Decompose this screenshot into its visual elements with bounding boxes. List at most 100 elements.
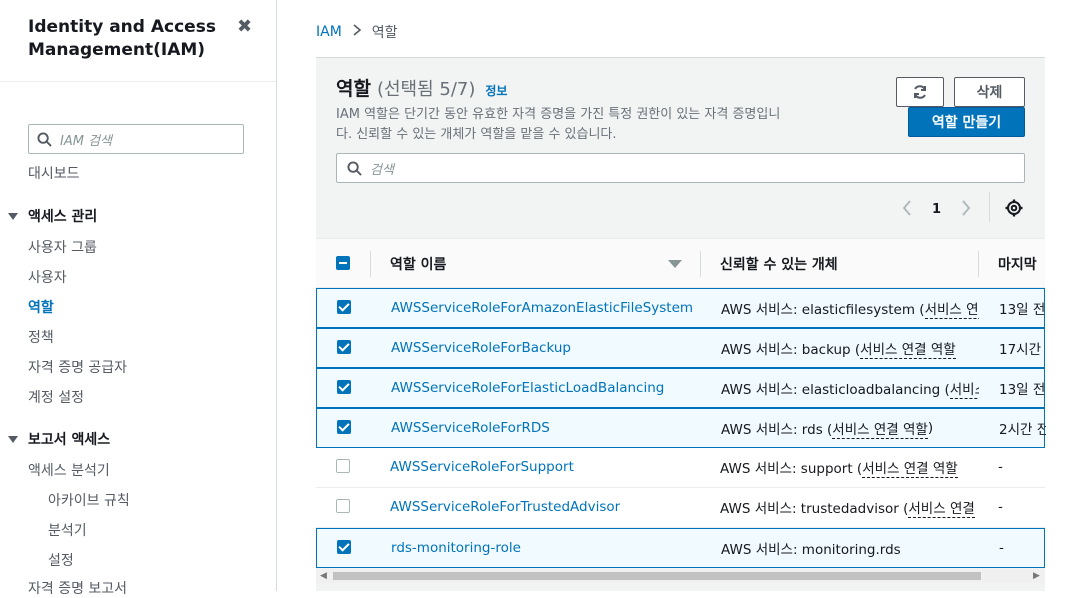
refresh-icon <box>914 85 926 99</box>
row-checkbox[interactable] <box>336 459 350 473</box>
sidebar-title: Identity and Access Management(IAM) <box>28 17 216 60</box>
service-linked-role-tooltip[interactable]: 서비스 연결 역할 <box>860 338 956 359</box>
role-name-link[interactable]: AWSServiceRoleForRDS <box>391 409 550 447</box>
chevron-right-icon <box>352 24 362 40</box>
sidebar-section-access[interactable]: 액세스 관리 <box>8 206 97 226</box>
pagination: 1 <box>902 198 971 220</box>
sidebar-section-reports[interactable]: 보고서 액세스 <box>8 429 110 449</box>
role-name-link[interactable]: AWSServiceRoleForBackup <box>391 329 571 367</box>
table-row[interactable]: AWSServiceRoleForAmazonElasticFileSystem… <box>316 288 1045 328</box>
last-activity-cell: - <box>998 459 1003 475</box>
last-activity-cell: 13일 전 <box>999 382 1046 398</box>
column-header-trusted-entity[interactable]: 신뢰할 수 있는 개체 <box>720 239 838 289</box>
page-title: 역할 (선택됨 5/7) 정보 <box>336 74 796 101</box>
table-row[interactable]: rds-monitoring-role AWS 서비스: monitoring.r… <box>316 528 1045 568</box>
row-checkbox[interactable] <box>337 340 351 354</box>
info-link[interactable]: 정보 <box>485 82 507 99</box>
scroll-left-icon[interactable]: ◀ <box>320 569 327 583</box>
select-all-checkbox[interactable] <box>336 256 350 270</box>
trusted-entity-cell: AWS 서비스: monitoring.rds <box>721 529 979 567</box>
roles-panel: 역할 (선택됨 5/7) 정보 IAM 역할은 단기간 동안 유효한 자격 증명… <box>316 58 1046 591</box>
sidebar-item-roles[interactable]: 역할 <box>28 297 54 317</box>
sidebar-divider <box>0 81 276 82</box>
page-number[interactable]: 1 <box>932 202 941 217</box>
column-divider <box>370 251 371 277</box>
row-checkbox[interactable] <box>337 300 351 314</box>
row-checkbox[interactable] <box>337 540 351 554</box>
scrollbar-thumb[interactable] <box>333 572 981 580</box>
row-checkbox[interactable] <box>337 420 351 434</box>
sidebar-item-policies[interactable]: 정책 <box>28 327 54 347</box>
search-icon <box>347 160 362 176</box>
scroll-right-icon[interactable]: ▶ <box>1033 569 1040 583</box>
trusted-entity-cell: AWS 서비스: elasticfilesystem (서비스 연결 <box>721 289 979 327</box>
sidebar-item-credential-report[interactable]: 자격 증명 보고서 <box>28 578 127 598</box>
trusted-entity-text: AWS 서비스: monitoring.rds <box>721 542 901 558</box>
panel-description: IAM 역할은 단기간 동안 유효한 자격 증명을 가진 특정 권한이 있는 자… <box>336 107 781 142</box>
sidebar: Identity and Access Management(IAM) ✖ IA… <box>0 0 277 597</box>
sidebar-item-archive-rules[interactable]: 아카이브 규칙 <box>48 490 130 510</box>
trusted-entity-text: AWS 서비스: elasticfilesystem ( <box>721 302 925 318</box>
role-name-link[interactable]: AWSServiceRoleForSupport <box>390 448 574 486</box>
table-row[interactable]: AWSServiceRoleForSupport AWS 서비스: support… <box>316 448 1045 488</box>
table-row[interactable]: AWSServiceRoleForRDS AWS 서비스: rds (서비스 연결… <box>316 408 1046 448</box>
sidebar-item-identity-providers[interactable]: 자격 증명 공급자 <box>28 357 127 377</box>
column-divider <box>978 251 979 277</box>
last-activity-cell: 17시간 <box>999 342 1042 358</box>
breadcrumb: IAM 역할 <box>316 22 398 42</box>
table-row[interactable]: AWSServiceRoleForTrustedAdvisor AWS 서비스: … <box>316 488 1045 528</box>
create-role-button[interactable]: 역할 만들기 <box>908 107 1025 137</box>
service-linked-role-tooltip[interactable]: 서비스 연결 <box>924 298 979 319</box>
sidebar-search-input[interactable]: IAM 검색 <box>28 124 244 154</box>
row-checkbox[interactable] <box>337 380 351 394</box>
last-activity-cell: - <box>998 499 1003 515</box>
service-linked-role-tooltip[interactable]: 서비스 연결 <box>908 497 975 518</box>
trusted-entity-text: AWS 서비스: backup ( <box>721 342 861 358</box>
sidebar-item-analyzer-settings[interactable]: 설정 <box>48 550 74 570</box>
sidebar-search-placeholder: IAM 검색 <box>60 133 112 149</box>
table-row[interactable]: AWSServiceRoleForElasticLoadBalancing AWS… <box>316 368 1045 408</box>
page-title-text: 역할 <box>336 78 371 100</box>
search-icon <box>37 131 52 147</box>
column-header-last-activity[interactable]: 마지막 <box>998 239 1045 289</box>
trusted-entity-text: AWS 서비스: elasticloadbalancing ( <box>721 382 950 398</box>
sidebar-section-reports-label: 보고서 액세스 <box>28 432 111 448</box>
column-header-role-name[interactable]: 역할 이름 <box>390 239 446 289</box>
gear-icon[interactable] <box>1005 199 1023 221</box>
sidebar-item-dashboard[interactable]: 대시보드 <box>28 163 80 183</box>
trusted-entity-cell: AWS 서비스: backup (서비스 연결 역할 <box>721 329 979 367</box>
sidebar-item-user-groups[interactable]: 사용자 그룹 <box>28 237 97 257</box>
trusted-entity-text: AWS 서비스: rds ( <box>721 422 833 438</box>
sidebar-item-analyzers[interactable]: 분석기 <box>48 520 87 540</box>
sort-down-icon[interactable] <box>668 260 682 268</box>
service-linked-role-tooltip[interactable]: 서비스 <box>949 378 979 399</box>
refresh-button[interactable] <box>896 77 944 107</box>
service-linked-role-tooltip[interactable]: 서비스 연결 역할 <box>832 418 928 439</box>
role-name-link[interactable]: AWSServiceRoleForAmazonElasticFileSystem <box>391 289 693 327</box>
caret-down-icon <box>8 435 18 443</box>
delete-button[interactable]: 삭제 <box>954 77 1025 107</box>
horizontal-scrollbar[interactable]: ◀ ▶ <box>316 569 1045 583</box>
roles-search-input[interactable]: 검색 <box>336 153 1025 183</box>
close-icon[interactable]: ✖ <box>237 16 252 37</box>
service-linked-role-tooltip[interactable]: 서비스 연결 역할 <box>862 457 958 478</box>
chevron-right-icon[interactable] <box>961 197 971 221</box>
table-row[interactable]: AWSServiceRoleForBackup AWS 서비스: backup (… <box>316 328 1045 368</box>
sidebar-item-users[interactable]: 사용자 <box>28 267 67 287</box>
table-header: 역할 이름 신뢰할 수 있는 개체 마지막 <box>316 238 1045 288</box>
last-activity-cell: 2시간 전 <box>999 422 1046 438</box>
breadcrumb-iam[interactable]: IAM <box>316 24 342 40</box>
trusted-entity-cell: AWS 서비스: support (서비스 연결 역할 <box>720 448 978 486</box>
role-name-link[interactable]: rds-monitoring-role <box>391 529 521 567</box>
chevron-left-icon[interactable] <box>902 197 912 221</box>
role-name-link[interactable]: AWSServiceRoleForElasticLoadBalancing <box>391 369 664 407</box>
role-name-link[interactable]: AWSServiceRoleForTrustedAdvisor <box>390 488 620 526</box>
sidebar-item-access-analyzer[interactable]: 액세스 분석기 <box>28 460 110 480</box>
sidebar-section-access-label: 액세스 관리 <box>28 209 98 225</box>
caret-down-icon <box>8 212 18 220</box>
selection-count: (선택됨 5/7) <box>376 79 476 100</box>
breadcrumb-current: 역할 <box>371 25 398 41</box>
row-checkbox[interactable] <box>336 499 350 513</box>
sidebar-item-account-settings[interactable]: 계정 설정 <box>28 387 84 407</box>
trusted-entity-text: AWS 서비스: support ( <box>720 461 863 477</box>
